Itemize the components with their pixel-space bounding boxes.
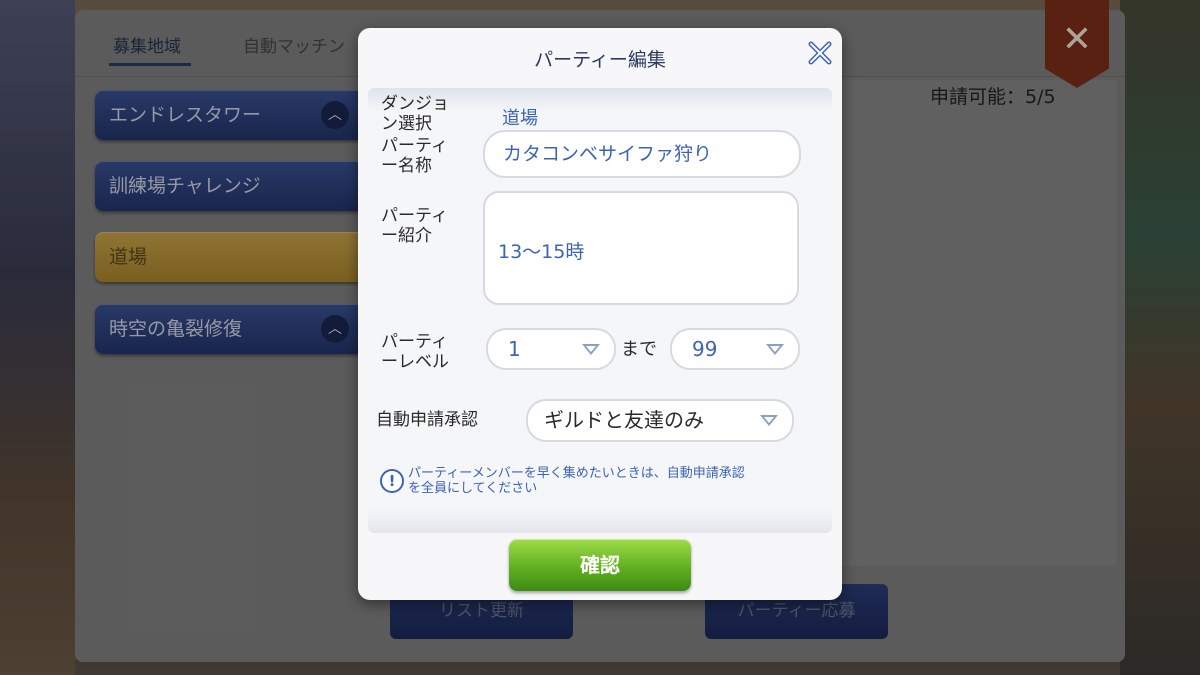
close-icon[interactable] xyxy=(807,40,833,66)
info-icon: ! xyxy=(380,469,404,493)
level-min-dropdown[interactable]: 1 xyxy=(486,328,616,370)
party-intro-label: パーティ ー紹介 xyxy=(381,206,448,246)
party-intro-value: 13～15時 xyxy=(498,241,585,263)
confirm-button[interactable]: 確認 xyxy=(509,539,691,591)
party-name-value: カタコンベサイファ狩り xyxy=(503,143,713,165)
level-max-value: 99 xyxy=(692,337,718,361)
dropdown-arrow-icon xyxy=(582,344,600,355)
dungeon-select-label: ダンジョ ン選択 xyxy=(381,94,449,134)
dropdown-arrow-icon xyxy=(766,344,784,355)
dialog-title: パーティー編集 xyxy=(534,49,666,71)
auto-approve-note: パーティーメンバーを早く集めたいときは、自動申請承認 を全員にしてください xyxy=(408,466,745,496)
level-to-label: まで xyxy=(621,339,657,360)
level-max-dropdown[interactable]: 99 xyxy=(670,328,800,370)
party-level-label: パーティ ーレベル xyxy=(381,332,449,372)
party-edit-dialog: パーティー編集 ダンジョ ン選択 道場 パーティ ー名称 カタコンベサイファ狩り パ… xyxy=(358,28,842,600)
party-intro-textarea[interactable]: 13～15時 xyxy=(483,191,799,305)
form-panel: ダンジョ ン選択 道場 パーティ ー名称 カタコンベサイファ狩り パーティ ー紹介 1… xyxy=(368,88,832,533)
party-name-label: パーティ ー名称 xyxy=(381,136,448,176)
auto-approve-value: ギルドと友達のみ xyxy=(544,408,704,432)
auto-approve-dropdown[interactable]: ギルドと友達のみ xyxy=(526,399,794,442)
dungeon-value[interactable]: 道場 xyxy=(502,104,538,130)
party-name-field[interactable]: カタコンベサイファ狩り xyxy=(483,130,801,178)
auto-approve-label: 自動申請承認 xyxy=(376,410,478,430)
level-min-value: 1 xyxy=(508,337,521,361)
dropdown-arrow-icon xyxy=(760,415,778,426)
